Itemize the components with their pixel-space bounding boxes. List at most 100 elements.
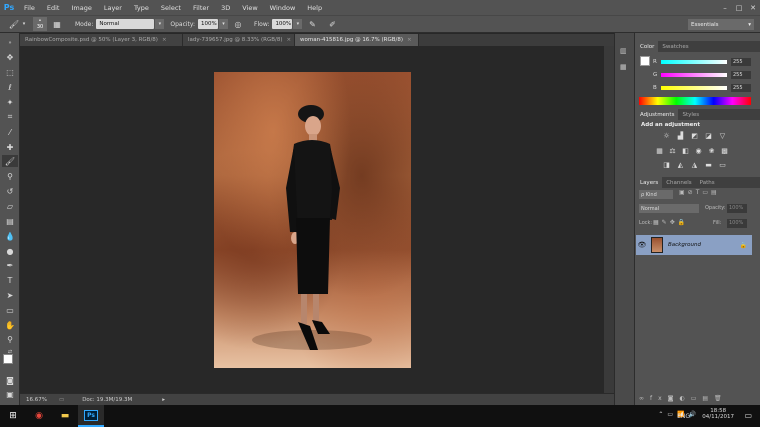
tab-styles[interactable]: Styles xyxy=(678,109,703,120)
pen-tool-icon[interactable]: ✒ xyxy=(2,259,18,271)
menu-window[interactable]: Window xyxy=(264,4,302,12)
lock-icons[interactable]: ▦✎✥🔒 xyxy=(653,219,688,226)
eraser-tool-icon[interactable]: ▱ xyxy=(2,200,18,212)
threshold-icon[interactable]: ◮ xyxy=(690,160,699,169)
foreground-color-swatch[interactable] xyxy=(3,354,13,364)
tab-color[interactable]: Color xyxy=(636,41,659,52)
status-nav-icon[interactable]: ▭ xyxy=(59,397,64,403)
curves-icon[interactable]: ◩ xyxy=(690,131,699,140)
lasso-tool-icon[interactable]: ℓ xyxy=(2,81,18,93)
properties-panel-icon[interactable]: ▦ xyxy=(620,63,627,71)
red-slider[interactable]: R 255 xyxy=(639,57,757,67)
file-explorer-icon[interactable]: ▬ xyxy=(52,405,78,427)
collapse-icon[interactable]: » xyxy=(2,37,18,49)
tab-channels[interactable]: Channels xyxy=(662,177,695,188)
gradient-map-icon[interactable]: ▬ xyxy=(704,160,713,169)
selective-color-icon[interactable]: ▭ xyxy=(718,160,727,169)
menu-3d[interactable]: 3D xyxy=(215,4,236,12)
tab-adjustments[interactable]: Adjustments xyxy=(636,109,679,120)
green-slider[interactable]: G 255 xyxy=(639,70,757,80)
screen-mode-icon[interactable]: ▣ xyxy=(2,388,18,400)
shape-tool-icon[interactable]: ▭ xyxy=(2,304,18,316)
menu-image[interactable]: Image xyxy=(65,4,97,12)
flow-field[interactable]: 100% xyxy=(272,19,293,29)
status-menu-icon[interactable]: ▸ xyxy=(162,397,165,403)
dodge-tool-icon[interactable]: ● xyxy=(2,245,18,257)
layer-name[interactable]: Background xyxy=(668,242,740,248)
photoshop-taskbar-icon[interactable]: Ps xyxy=(78,405,104,427)
posterize-icon[interactable]: ◭ xyxy=(676,160,685,169)
quick-select-tool-icon[interactable]: ✦ xyxy=(2,96,18,108)
menu-filter[interactable]: Filter xyxy=(187,4,215,12)
eyedropper-tool-icon[interactable]: ⁄ xyxy=(2,126,18,138)
close-icon[interactable]: × xyxy=(407,37,412,43)
tab-swatches[interactable]: Swatches xyxy=(658,41,692,52)
history-brush-tool-icon[interactable]: ↺ xyxy=(2,185,18,197)
brush-size-picker[interactable]: • 30 xyxy=(33,17,47,31)
layer-background-row[interactable]: 👁 Background 🔒 xyxy=(636,235,752,255)
levels-icon[interactable]: ▟ xyxy=(676,131,685,140)
pressure-size-icon[interactable]: ✐ xyxy=(326,18,338,30)
gradient-tool-icon[interactable]: ▤ xyxy=(2,215,18,227)
healing-brush-tool-icon[interactable]: ✚ xyxy=(2,141,18,153)
zoom-level[interactable]: 16.67% xyxy=(26,397,47,403)
menu-edit[interactable]: Edit xyxy=(41,4,66,12)
zoom-tool-icon[interactable]: ⚲ xyxy=(2,333,18,345)
opacity-field[interactable]: 100% xyxy=(198,19,219,29)
canvas-area[interactable] xyxy=(20,46,614,393)
blur-tool-icon[interactable]: 💧 xyxy=(2,230,18,242)
clock[interactable]: 18:58 04/11/2017 xyxy=(702,408,734,420)
lock-icon[interactable]: 🔒 xyxy=(740,242,747,249)
blue-value[interactable]: 255 xyxy=(731,84,751,92)
close-icon[interactable]: × xyxy=(162,37,167,43)
color-spectrum-bar[interactable] xyxy=(639,97,751,105)
history-panel-icon[interactable]: ▥ xyxy=(620,47,627,55)
mode-dropdown-icon[interactable]: ▾ xyxy=(155,19,165,29)
menu-layer[interactable]: Layer xyxy=(98,4,128,12)
green-track[interactable] xyxy=(661,73,727,77)
tab-rainbowcomposite[interactable]: RainbowComposite.psd @ 50% (Layer 3, RGB… xyxy=(20,34,183,46)
red-track[interactable] xyxy=(661,60,727,64)
black-white-icon[interactable]: ◧ xyxy=(681,146,690,155)
red-value[interactable]: 255 xyxy=(731,58,751,66)
tab-lady[interactable]: lady-739657.jpg @ 8.33% (RGB/8) × xyxy=(183,34,295,46)
chrome-icon[interactable]: ◉ xyxy=(26,405,52,427)
opacity-dropdown-icon[interactable]: ▾ xyxy=(219,19,229,29)
brush-panel-icon[interactable]: ▦ xyxy=(51,18,63,30)
channel-mixer-icon[interactable]: ❀ xyxy=(707,146,716,155)
menu-select[interactable]: Select xyxy=(155,4,187,12)
eye-icon[interactable]: 👁 xyxy=(636,241,648,249)
path-select-tool-icon[interactable]: ➤ xyxy=(2,289,18,301)
green-value[interactable]: 255 xyxy=(731,71,751,79)
color-balance-icon[interactable]: ⚖ xyxy=(668,146,677,155)
marquee-tool-icon[interactable]: ⬚ xyxy=(2,66,18,78)
layer-filter-icons[interactable]: ▣⊘T▭▤ xyxy=(679,189,720,196)
close-button[interactable]: ✕ xyxy=(746,0,760,15)
tab-woman[interactable]: woman-415816.jpg @ 16.7% (RGB/8) × xyxy=(295,34,419,46)
type-tool-icon[interactable]: T xyxy=(2,274,18,286)
layer-opacity-field[interactable]: 100% xyxy=(727,204,747,213)
blue-slider[interactable]: B 255 xyxy=(639,83,757,93)
photo-filter-icon[interactable]: ◉ xyxy=(694,146,703,155)
minimize-button[interactable]: – xyxy=(718,0,732,15)
tab-layers[interactable]: Layers xyxy=(636,177,663,188)
mode-select[interactable]: Normal xyxy=(96,19,155,29)
brush-tool-preset-icon[interactable]: 🖌 xyxy=(8,18,20,30)
fill-field[interactable]: 100% xyxy=(727,219,747,228)
move-tool-icon[interactable]: ✥ xyxy=(2,51,18,63)
close-icon[interactable]: × xyxy=(287,37,292,43)
flow-dropdown-icon[interactable]: ▾ xyxy=(293,19,303,29)
blue-track[interactable] xyxy=(661,86,727,90)
brightness-icon[interactable]: ☼ xyxy=(662,131,671,140)
invert-icon[interactable]: ◨ xyxy=(662,160,671,169)
airbrush-icon[interactable]: ✎ xyxy=(306,18,318,30)
hand-tool-icon[interactable]: ✋ xyxy=(2,319,18,331)
color-lookup-icon[interactable]: ▩ xyxy=(720,146,729,155)
vibrance-icon[interactable]: ▽ xyxy=(718,131,727,140)
language-indicator[interactable]: ENG xyxy=(677,413,690,420)
crop-tool-icon[interactable]: ⌗ xyxy=(2,111,18,123)
vertical-scrollbar[interactable] xyxy=(604,46,614,393)
menu-type[interactable]: Type xyxy=(128,4,155,12)
notifications-icon[interactable]: ▭ xyxy=(744,411,752,420)
brush-tool-icon[interactable]: 🖌 xyxy=(2,155,18,167)
